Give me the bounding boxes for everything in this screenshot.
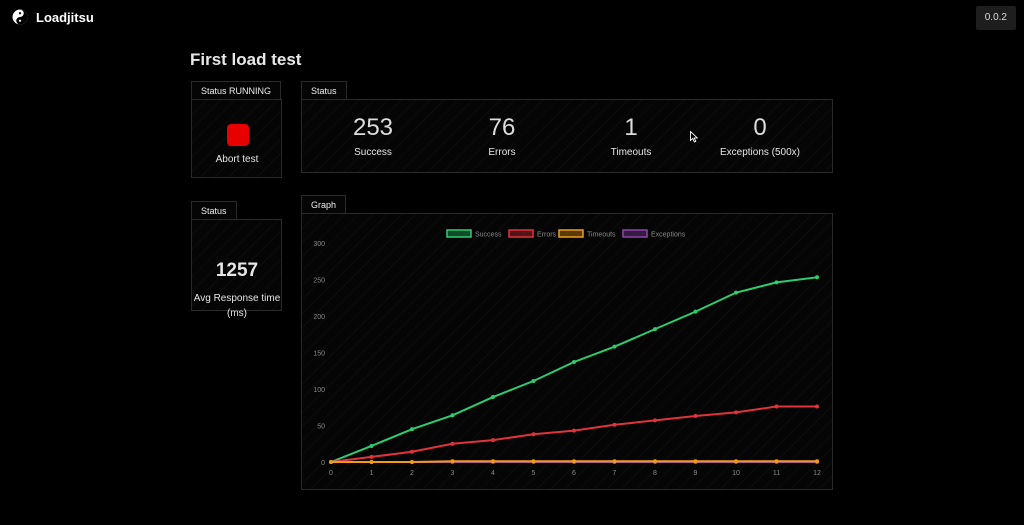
mouse-cursor-icon [690,131,698,143]
x-tick-label: 9 [694,470,698,477]
x-tick-label: 8 [653,470,657,477]
stat-label: Errors [488,147,516,158]
x-tick-label: 0 [329,470,333,477]
data-point [693,414,698,419]
x-tick-label: 3 [451,470,455,477]
data-point [410,460,414,464]
stat-value: 76 [488,114,516,141]
stat-label: Exceptions (500x) [719,147,801,158]
data-point [815,404,819,409]
app-name: Loadjitsu [36,9,94,25]
y-tick-label: 300 [313,241,325,248]
graph-panel: 0 50 100 150 200 250 300 0 1 2 3 4 5 6 7 8 9 10 11 12 Succes… [301,213,833,490]
version-badge: 0.0.2 [975,6,1016,30]
data-point [491,438,495,443]
data-point [612,459,617,464]
tab-status[interactable]: Status [301,81,347,100]
y-tick-label: 0 [321,460,325,467]
data-point [531,459,536,464]
data-point [653,327,657,332]
data-point [815,459,819,464]
data-point [369,443,374,448]
x-tick-label: 5 [532,470,536,477]
data-point [653,459,657,464]
avg-response-label: Avg Response time (ms) [193,293,281,319]
y-tick-label: 50 [317,424,325,431]
abort-panel: Abort test [191,99,282,178]
legend-label: Exceptions [651,232,686,239]
tab-status-avg[interactable]: Status [191,201,237,220]
legend-swatch [622,229,648,238]
data-point [531,432,536,437]
data-point [450,441,455,446]
x-tick-label: 6 [572,470,576,477]
data-point [410,449,414,454]
stat-value: 1 [624,114,638,141]
series-line [330,405,817,463]
x-tick-label: 12 [813,470,821,477]
x-tick-label: 2 [410,470,414,477]
stat-exceptions: 0 Exceptions (500x) [685,114,835,158]
data-point [734,459,738,464]
data-point [612,422,617,427]
brand[interactable]: Loadjitsu [12,9,94,25]
stat-label: Success [354,147,392,158]
data-point [815,275,819,280]
top-bar: Loadjitsu 0.0.2 [0,0,1024,36]
avg-response-value: 1257 [215,260,259,281]
data-point [450,459,455,464]
stat-errors: 76 Errors [427,114,577,158]
data-point [450,413,455,418]
data-point [572,428,576,433]
legend-label: Errors [537,232,557,239]
page-title: First load test [190,50,302,69]
data-point [612,344,617,349]
stat-label: Timeouts [610,147,652,158]
avg-response-panel: 1257 Avg Response time (ms) [191,219,282,319]
legend-label: Success [475,232,502,239]
abort-test-label: Abort test [215,154,259,165]
x-tick-label: 10 [732,470,740,477]
legend-label: Timeouts [587,232,616,239]
stat-success: 253 Success [298,114,448,158]
y-tick-label: 200 [313,314,325,321]
stat-value: 0 [753,114,767,141]
data-point [734,410,738,415]
data-point [369,460,374,464]
yin-yang-logo-icon [12,9,28,25]
legend-swatch [558,229,584,238]
data-point [491,395,495,400]
data-point [410,427,414,432]
x-tick-label: 1 [370,470,374,477]
y-tick-label: 250 [313,278,325,285]
legend-swatch [508,229,534,238]
y-tick-label: 150 [313,351,325,358]
line-chart: 0501001502002503000 1 2 3 4 5 6 7 8 9 10 11 12Succes… [313,229,821,477]
x-tick-label: 4 [491,470,495,477]
data-point [531,378,536,383]
data-point [734,290,738,295]
data-point [572,359,576,364]
x-tick-label: 7 [613,470,617,477]
data-point [693,309,698,314]
x-tick-label: 11 [773,470,780,477]
data-point [774,459,779,464]
tab-graph[interactable]: Graph [301,195,347,214]
y-tick-label: 100 [313,387,325,394]
data-point [653,418,657,423]
data-point [572,459,576,464]
abort-test-button[interactable] [227,124,249,146]
stat-value: 253 [352,114,394,141]
legend-swatch [446,229,472,238]
data-point [329,460,333,464]
tab-status-running[interactable]: Status RUNNING [191,81,282,100]
stat-timeouts: 1 Timeouts [556,114,706,158]
data-point [369,454,374,459]
data-point [693,459,698,464]
series-line [330,276,818,463]
data-point [774,404,779,409]
data-point [774,280,779,285]
status-stats-panel: 253 Success 76 Errors 1 Timeouts 0 Excep… [301,99,833,173]
data-point [491,459,495,464]
